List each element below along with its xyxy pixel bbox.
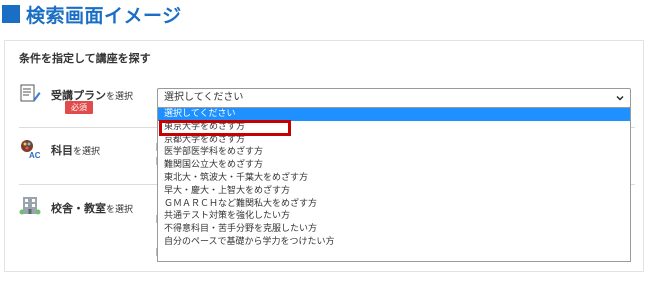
panel-title: 条件を指定して講座を探す — [19, 52, 151, 65]
dropdown-option[interactable]: 医学部医学科をめざす方 — [158, 146, 630, 159]
dropdown-option[interactable]: 不得意科目・苦手分野を克服したい方 — [158, 223, 630, 236]
dropdown-option[interactable]: 選択してください — [158, 108, 630, 121]
dropdown-option[interactable]: 自分のペースで基礎から学力をつけたい方 — [158, 236, 630, 249]
school-suffix: を選択 — [106, 205, 134, 215]
dropdown-option[interactable]: 東北大・筑波大・千葉大をめざす方 — [158, 172, 630, 185]
page-title: 検索画面イメージ — [26, 4, 182, 27]
select-value: 選択してください — [164, 92, 244, 103]
course-plan-suffix: を選択 — [106, 92, 134, 102]
subject-suffix: を選択 — [73, 147, 101, 157]
palette-abc-icon: AC — [21, 140, 41, 160]
dropdown-option[interactable]: ＧＭＡＲＣＨなど難関私大をめざす方 — [158, 198, 630, 211]
subject-label: 科目 — [51, 144, 73, 157]
school-label: 校舎・教室 — [51, 202, 106, 215]
heading-square-icon — [2, 5, 20, 23]
dropdown-option[interactable]: 共通テスト対策を強化したい方 — [158, 210, 630, 223]
row-label-school: 校舎・教室を選択 — [51, 200, 133, 216]
course-plan-select[interactable]: 選択してください — [157, 88, 631, 108]
page-heading: 検索画面イメージ — [2, 1, 182, 27]
annotation-highlight-box — [159, 120, 291, 136]
building-icon — [19, 197, 41, 215]
dropdown-option[interactable]: 難関国公立大をめざす方 — [158, 159, 630, 172]
dropdown-option[interactable]: 早大・慶大・上智大をめざす方 — [158, 185, 630, 198]
chevron-down-icon — [616, 96, 624, 101]
document-edit-icon — [20, 84, 41, 102]
svg-text:AC: AC — [29, 151, 41, 160]
row-label-subject: 科目を選択 — [51, 142, 100, 158]
required-badge: 必須 — [65, 101, 93, 114]
